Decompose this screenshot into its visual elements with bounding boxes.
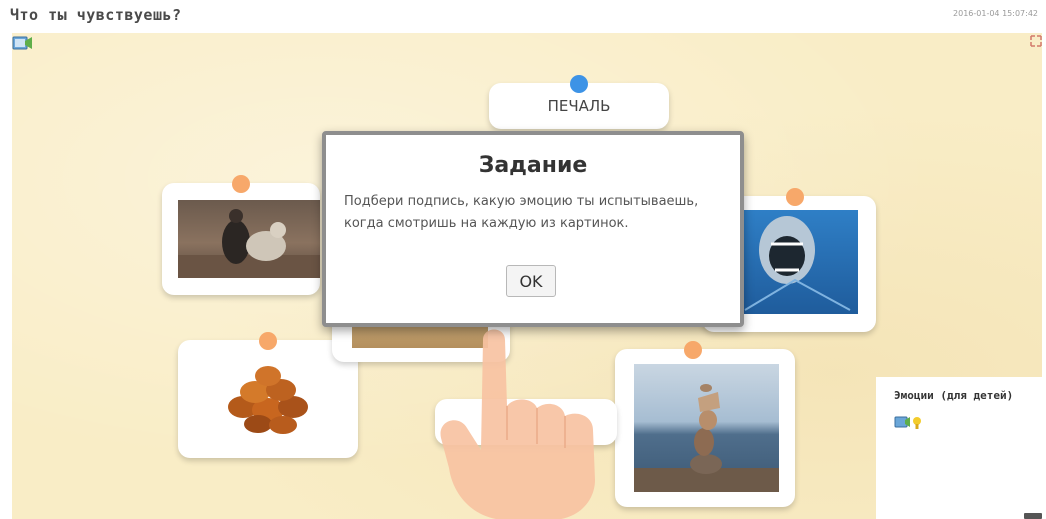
task-dialog: Задание Подбери подпись, какую эмоцию ты… xyxy=(322,131,744,327)
dialog-title: Задание xyxy=(478,153,588,178)
ok-button[interactable]: OK xyxy=(506,265,556,297)
photo-stones xyxy=(634,364,779,492)
corner-icon[interactable] xyxy=(1024,513,1042,519)
dialog-text: Подбери подпись, какую эмоцию ты испытыв… xyxy=(344,194,699,231)
pin-blue xyxy=(570,75,588,93)
label-card-sadness[interactable]: ПЕЧАЛЬ xyxy=(489,75,669,129)
photo-card-stones[interactable] xyxy=(615,341,795,507)
photo-card-bagels[interactable] xyxy=(178,332,358,458)
side-app-icons[interactable] xyxy=(894,415,924,431)
pin-orange xyxy=(232,175,250,193)
help-icon[interactable] xyxy=(12,35,34,53)
side-panel-title: Эмоции (для детей) xyxy=(894,389,1014,402)
pin-orange xyxy=(684,341,702,359)
pin-orange xyxy=(259,332,277,350)
page-title: Что ты чувствуешь? xyxy=(10,6,182,24)
label-card-text: ПЕЧАЛЬ xyxy=(547,97,611,115)
photo-bagels xyxy=(228,366,308,434)
photo-person-dog xyxy=(178,200,320,278)
pin-orange xyxy=(786,188,804,206)
side-panel: Эмоции (для детей) xyxy=(876,377,1046,519)
fullscreen-icon[interactable] xyxy=(1030,35,1042,47)
timestamp: 2016-01-04 15:07:42 xyxy=(953,9,1038,18)
photo-card-person-dog[interactable] xyxy=(162,175,320,295)
photo-shark xyxy=(735,210,858,314)
hand-pointer-illustration xyxy=(440,329,595,519)
